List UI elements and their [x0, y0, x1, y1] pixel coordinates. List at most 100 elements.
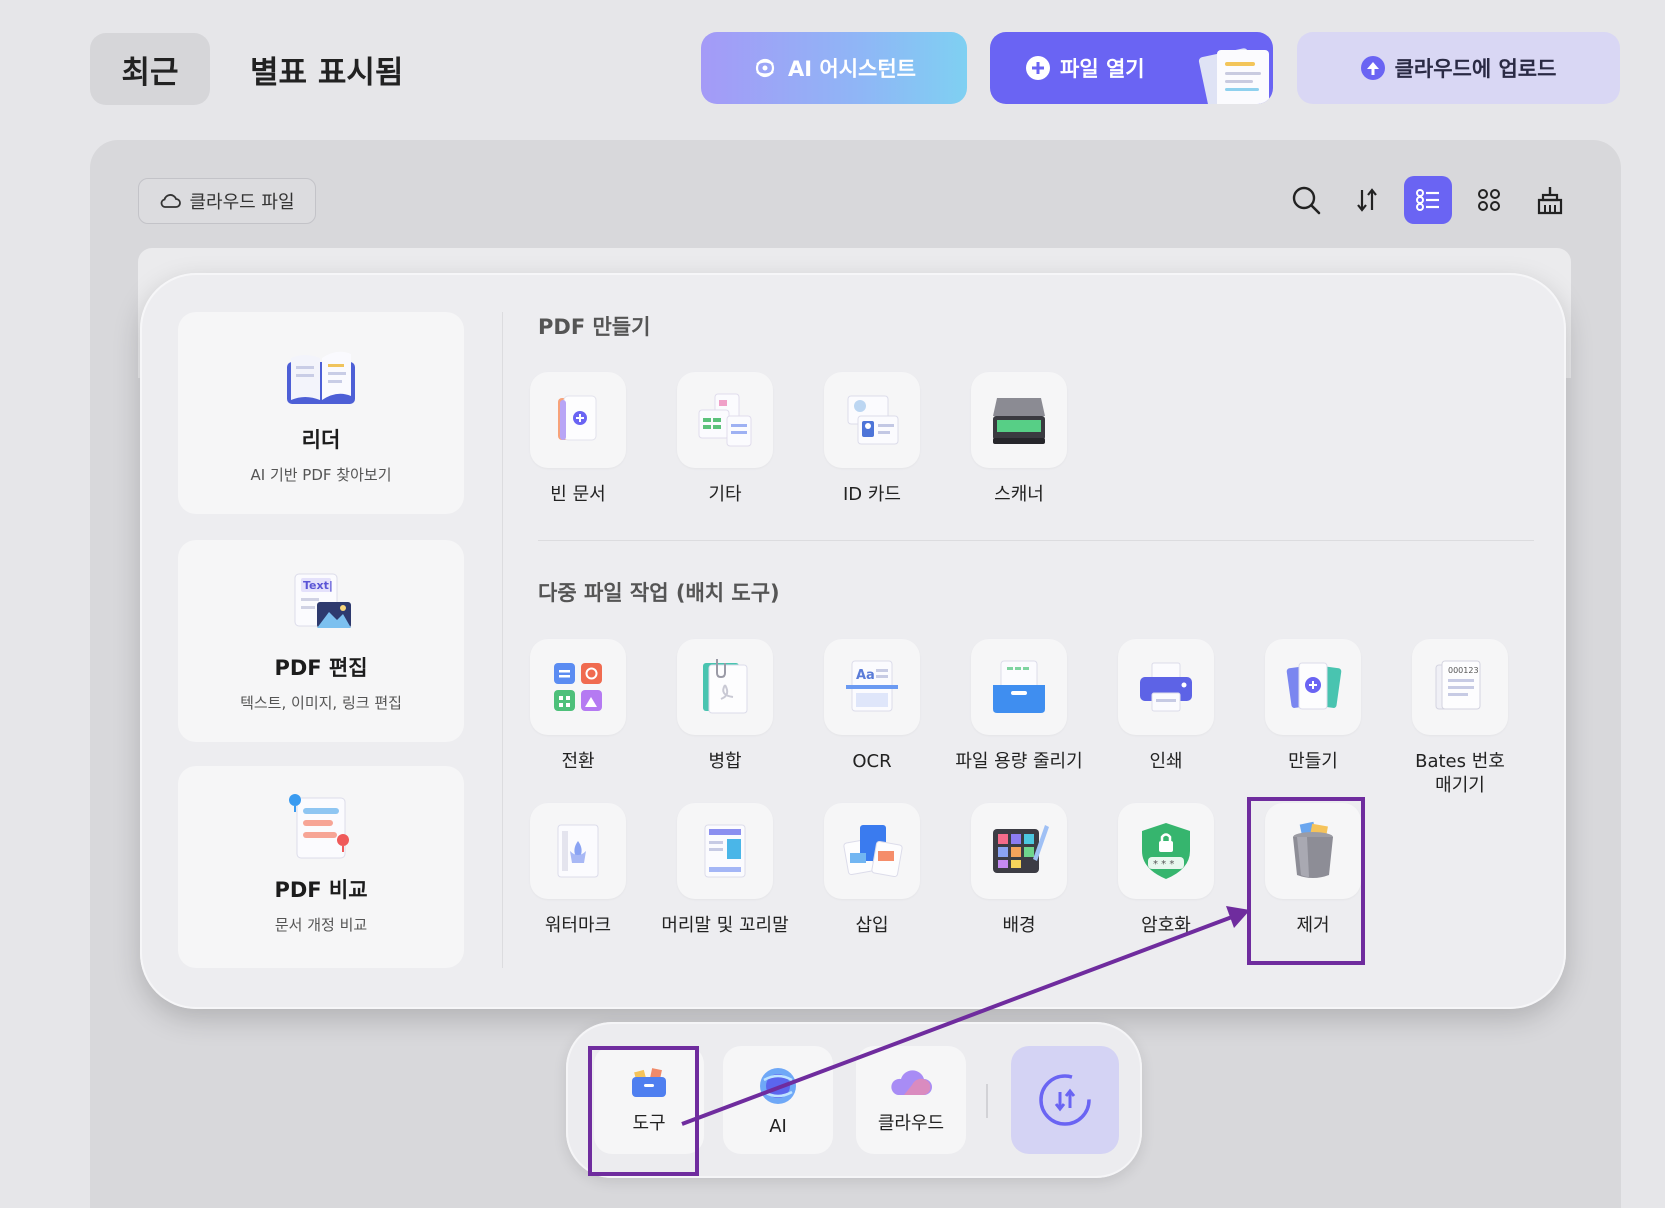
reader-subtitle: AI 기반 PDF 찾아보기: [250, 466, 392, 484]
popup-divider-horizontal: [538, 540, 1534, 541]
ai-orb-icon: [760, 1067, 796, 1104]
trash-can-icon: [1293, 821, 1333, 878]
scanner-icon: [993, 398, 1045, 444]
tool-insert[interactable]: 삽입: [797, 803, 947, 938]
reader-card[interactable]: 리더 AI 기반 PDF 찾아보기: [178, 312, 464, 514]
dock-ai-label: AI: [769, 1115, 787, 1137]
open-file-button[interactable]: 파일 열기: [990, 32, 1273, 104]
blank-document-icon: [558, 395, 597, 441]
tool-scanner[interactable]: 스캐너: [944, 372, 1094, 507]
tool-print-label: 인쇄: [1149, 751, 1183, 772]
upload-arrow-icon: [1360, 56, 1385, 80]
search-button[interactable]: [1282, 176, 1330, 224]
tool-merge-label: 병합: [708, 751, 742, 772]
tool-watermark-label: 워터마크: [544, 915, 612, 936]
tool-bates-numbering-label: Bates 번호 매기기: [1415, 751, 1505, 796]
grid-view-button[interactable]: [1465, 176, 1513, 224]
dock-ai-button[interactable]: AI: [723, 1046, 833, 1154]
printer-icon: [1140, 662, 1192, 712]
tool-create-label: 만들기: [1288, 751, 1338, 772]
tool-blank-document-label: 빈 문서: [550, 484, 606, 505]
tool-background[interactable]: 배경: [944, 803, 1094, 938]
dock-sync-button[interactable]: [1011, 1046, 1119, 1154]
svg-text:* * *: * * *: [1153, 859, 1174, 870]
dock-tools-button[interactable]: 도구: [594, 1046, 704, 1154]
tool-remove[interactable]: 제거: [1238, 803, 1388, 938]
insert-pages-icon: [843, 825, 903, 878]
tool-other-label: 기타: [708, 484, 742, 505]
cloud-icon: [161, 194, 182, 208]
dock-separator: [986, 1084, 988, 1118]
create-document-icon: [1286, 662, 1342, 710]
clean-icon: [1537, 187, 1563, 215]
dock-cloud-button[interactable]: 클라우드: [856, 1046, 966, 1154]
batch-section-title: 다중 파일 작업 (배치 도구): [538, 581, 780, 605]
svg-text:000123: 000123: [1448, 666, 1479, 675]
pdf-compare-title: PDF 비교: [274, 878, 368, 902]
grid-view-icon: [1478, 189, 1500, 211]
tool-insert-label: 삽입: [855, 915, 889, 936]
watermark-icon: [557, 824, 599, 878]
tool-other[interactable]: 기타: [650, 372, 800, 507]
sync-sort-icon: [1039, 1074, 1091, 1126]
tab-starred[interactable]: 별표 표시됨: [250, 33, 403, 105]
tool-ocr-label: OCR: [852, 751, 892, 772]
reader-title: 리더: [301, 428, 341, 452]
pdf-edit-subtitle: 텍스트, 이미지, 링크 편집: [240, 694, 402, 712]
sort-button[interactable]: [1343, 176, 1391, 224]
text-image-edit-icon: Text|: [294, 573, 351, 628]
clean-button[interactable]: [1526, 176, 1574, 224]
upload-label: 클라우드에 업로드: [1394, 57, 1557, 81]
pdf-edit-title: PDF 편집: [274, 656, 368, 680]
tool-remove-label: 제거: [1296, 915, 1330, 936]
ocr-icon: Aa: [846, 660, 898, 712]
sort-icon: [1357, 188, 1377, 212]
tool-create[interactable]: 만들기: [1238, 639, 1388, 774]
upload-to-cloud-button[interactable]: 클라우드에 업로드: [1297, 32, 1620, 104]
svg-text:Aa: Aa: [856, 668, 875, 683]
tool-bates-numbering[interactable]: 000123 Bates 번호 매기기: [1385, 639, 1535, 798]
tool-merge[interactable]: 병합: [650, 639, 800, 774]
toolbox-icon: [632, 1068, 666, 1097]
ai-assistant-button[interactable]: AI 어시스턴트: [701, 32, 967, 104]
header-footer-icon: [704, 824, 746, 878]
other-formats-icon: [698, 393, 752, 447]
app-window: 최근 별표 표시됨 AI 어시스턴트 파일 열기 클라우드에 업로드 클라우드 …: [0, 0, 1665, 1208]
tool-encrypt[interactable]: * * * 암호화: [1091, 803, 1241, 938]
encrypt-shield-icon: * * *: [1142, 823, 1190, 879]
tool-ocr[interactable]: Aa OCR: [797, 639, 947, 774]
cloud-files-chip[interactable]: 클라우드 파일: [138, 178, 316, 224]
tool-background-label: 배경: [1002, 915, 1036, 936]
tool-header-footer[interactable]: 머리말 및 꼬리말: [650, 803, 800, 938]
tool-watermark[interactable]: 워터마크: [503, 803, 653, 938]
compare-document-icon: [289, 794, 349, 859]
dock-tools-label: 도구: [632, 1113, 666, 1134]
tool-convert[interactable]: 전환: [503, 639, 653, 774]
tool-id-card-label: ID 카드: [842, 484, 901, 505]
background-palette-icon: [993, 825, 1049, 873]
cloud-icon: [891, 1070, 932, 1095]
tool-print[interactable]: 인쇄: [1091, 639, 1241, 774]
tool-encrypt-label: 암호화: [1141, 915, 1191, 936]
ai-assistant-label: AI 어시스턴트: [788, 57, 916, 81]
documents-illustration-icon: [1198, 48, 1269, 104]
pdf-compare-card[interactable]: PDF 비교 문서 개정 비교: [178, 766, 464, 968]
plus-circle-icon: [1026, 56, 1050, 80]
pdf-edit-card[interactable]: Text| PDF 편집 텍스트, 이미지, 링크 편집: [178, 540, 464, 742]
convert-icon: [554, 663, 602, 711]
open-file-label: 파일 열기: [1060, 57, 1145, 81]
search-icon: [1292, 186, 1321, 215]
tool-blank-document[interactable]: 빈 문서: [503, 372, 653, 507]
dock-cloud-label: 클라우드: [877, 1113, 945, 1134]
tool-id-card[interactable]: ID 카드: [797, 372, 947, 507]
tool-header-footer-label: 머리말 및 꼬리말: [661, 915, 789, 936]
tool-compress[interactable]: 파일 용량 줄리기: [944, 639, 1094, 774]
bates-numbering-icon: 000123: [1435, 660, 1481, 710]
view-toolbar: [1282, 176, 1574, 224]
list-view-icon: [1416, 189, 1439, 211]
pdf-compare-subtitle: 문서 개정 비교: [274, 916, 368, 934]
cloud-files-label: 클라우드 파일: [189, 192, 295, 213]
list-view-button[interactable]: [1404, 176, 1452, 224]
create-pdf-section-title: PDF 만들기: [538, 315, 651, 339]
tab-recent[interactable]: 최근: [90, 33, 210, 105]
